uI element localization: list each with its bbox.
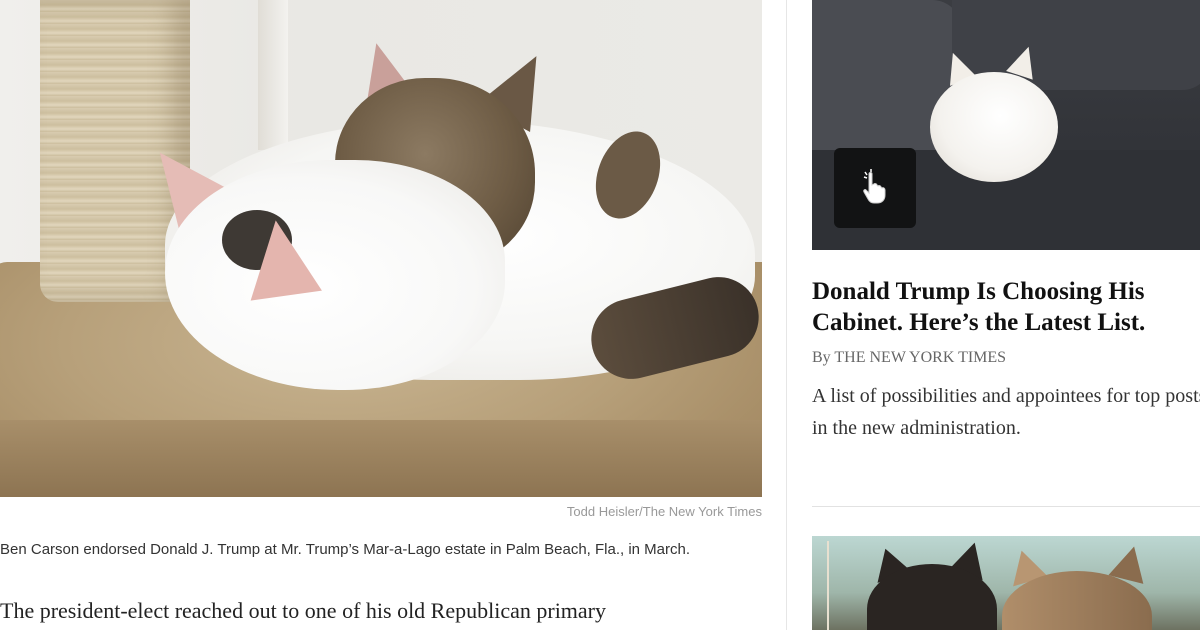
photo-kitten-white-head: [165, 160, 505, 390]
next-story-thumbnail[interactable]: [812, 536, 1200, 630]
column-divider: [786, 0, 787, 630]
sidebar: Donald Trump Is Choosing His Cabinet. He…: [812, 0, 1200, 630]
article-lede: The president-elect reached out to one o…: [0, 598, 607, 623]
story-headline[interactable]: Donald Trump Is Choosing His Cabinet. He…: [812, 276, 1200, 338]
story-divider: [812, 506, 1200, 507]
story-byline: By THE NEW YORK TIMES: [812, 349, 1007, 366]
main-article: Todd Heisler/The New York Times Ben Cars…: [0, 0, 785, 630]
story-summary: A list of possibilities and appointees f…: [812, 385, 1200, 439]
gif-play-button[interactable]: [834, 148, 916, 228]
thumbnail-kitten: [930, 72, 1058, 182]
hero-photo[interactable]: [0, 0, 762, 497]
story-thumbnail[interactable]: [812, 0, 1200, 250]
photo-credit: Todd Heisler/The New York Times: [566, 504, 762, 519]
photo-caption: Ben Carson endorsed Donald J. Trump at M…: [0, 541, 691, 558]
hand-pointer-icon: [855, 166, 895, 211]
